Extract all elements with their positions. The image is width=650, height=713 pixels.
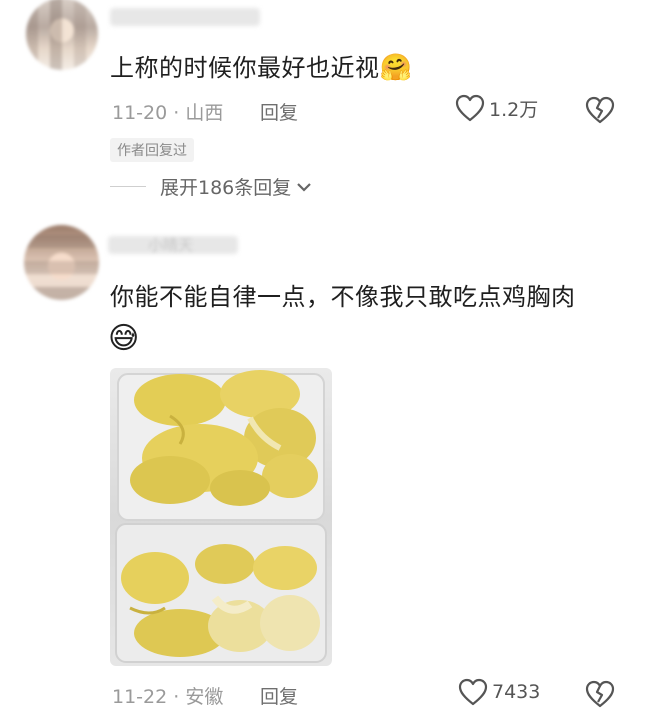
like-count: 7433 bbox=[492, 681, 541, 703]
comment-meta: 11-22 · 安徽 bbox=[112, 682, 223, 709]
sweat-smile-emoji: 😅 bbox=[108, 321, 140, 356]
username[interactable]: 小晴天 bbox=[148, 234, 193, 255]
comment-image[interactable] bbox=[110, 368, 332, 666]
like-button[interactable]: 7433 bbox=[458, 678, 540, 706]
avatar[interactable] bbox=[26, 0, 98, 70]
author-replied-tag: 作者回复过 bbox=[110, 138, 194, 162]
comment-body: 你能不能自律一点，不像我只敢吃点鸡胸肉 bbox=[110, 283, 576, 311]
reply-button[interactable]: 回复 bbox=[260, 98, 298, 125]
expand-divider bbox=[110, 186, 146, 187]
meta-separator: · bbox=[173, 686, 180, 708]
expand-replies-label: 展开186条回复 bbox=[160, 177, 292, 199]
chevron-down-icon bbox=[297, 182, 312, 192]
like-button[interactable]: 1.2万 bbox=[455, 94, 538, 122]
comment-meta: 11-20 · 山西 bbox=[112, 98, 223, 125]
username-redacted[interactable] bbox=[110, 8, 260, 26]
reply-button[interactable]: 回复 bbox=[260, 682, 298, 709]
heart-outline-icon bbox=[458, 678, 488, 706]
heart-outline-icon bbox=[455, 94, 485, 122]
comment-location: 安徽 bbox=[185, 686, 224, 708]
comment-text: 你能不能自律一点，不像我只敢吃点鸡胸肉 bbox=[110, 281, 576, 313]
broken-heart-icon bbox=[585, 96, 615, 124]
expand-replies-button[interactable]: 展开186条回复 bbox=[160, 173, 313, 200]
comment-date: 11-20 bbox=[112, 102, 168, 124]
broken-heart-icon bbox=[585, 680, 615, 708]
comment-text: 上称的时候你最好也近视🤗 bbox=[110, 52, 412, 84]
comment-date: 11-22 bbox=[112, 686, 168, 708]
avatar[interactable] bbox=[24, 225, 99, 300]
hug-emoji: 🤗 bbox=[379, 53, 413, 83]
like-count: 1.2万 bbox=[489, 98, 539, 121]
comment-body: 上称的时候你最好也近视 bbox=[110, 54, 380, 82]
comment-location: 山西 bbox=[185, 102, 224, 124]
durian-photo bbox=[115, 370, 327, 663]
dislike-button[interactable] bbox=[585, 680, 615, 712]
dislike-button[interactable] bbox=[585, 96, 615, 128]
meta-separator: · bbox=[173, 102, 180, 124]
